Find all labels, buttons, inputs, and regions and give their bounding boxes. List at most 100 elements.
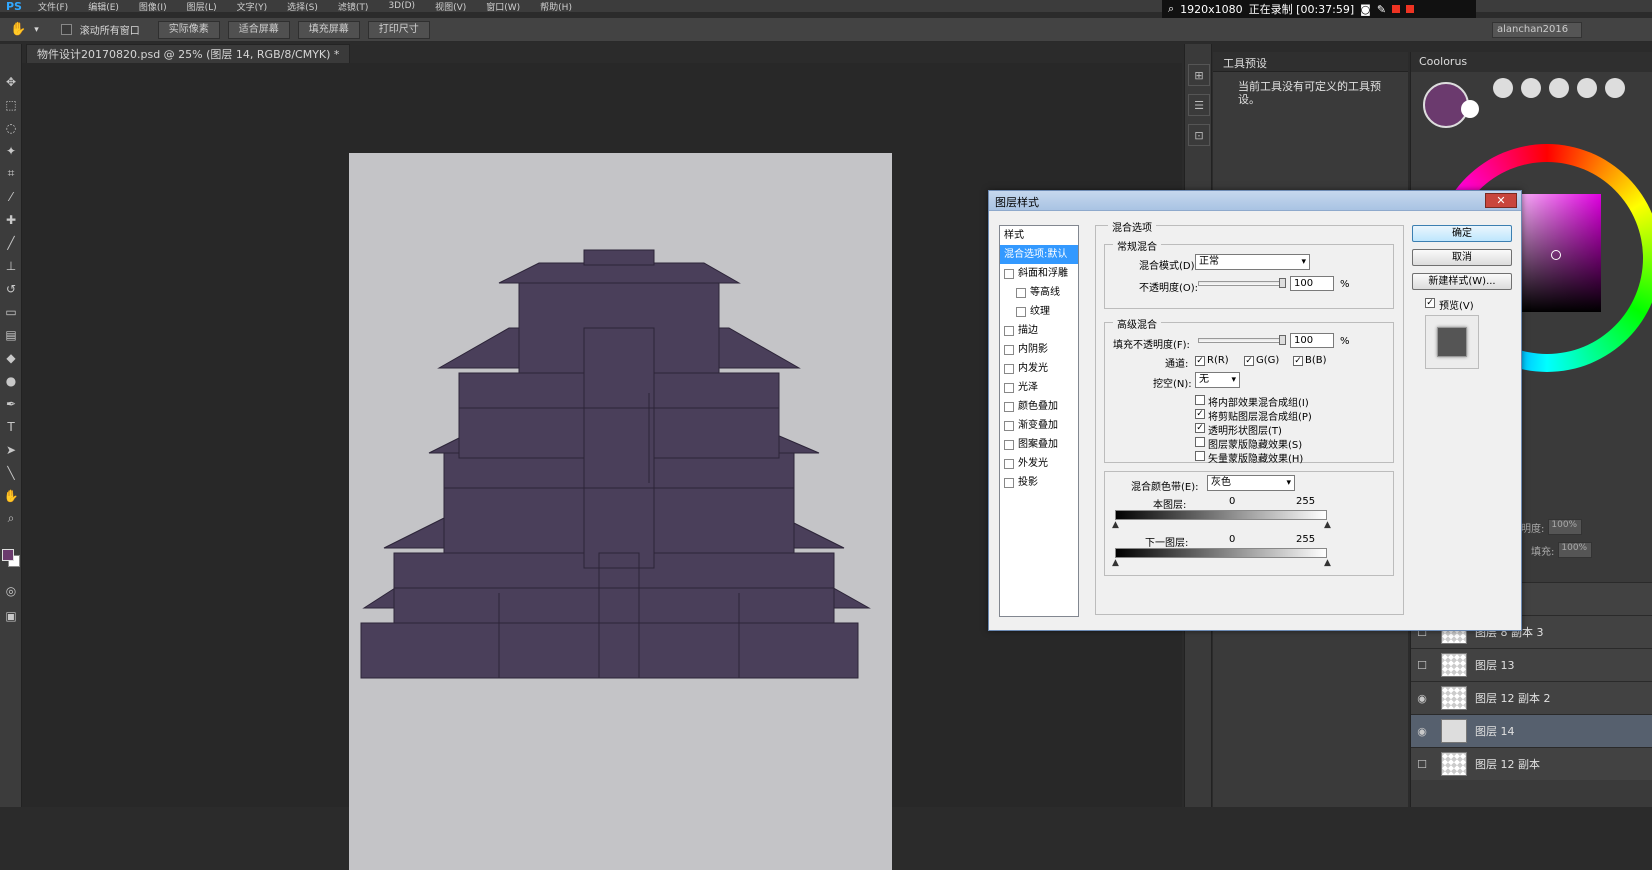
fill-opacity-slider[interactable] bbox=[1198, 335, 1286, 345]
crop-tool-icon[interactable]: ⌗ bbox=[0, 162, 22, 185]
menu-edit[interactable]: 编辑(E) bbox=[78, 0, 129, 13]
brush-panel-icon[interactable]: ⊡ bbox=[1188, 124, 1210, 146]
menu-type[interactable]: 文字(Y) bbox=[227, 0, 278, 13]
style-checkbox[interactable] bbox=[1004, 439, 1014, 450]
magnifier-icon[interactable]: ⌕ bbox=[1168, 2, 1174, 16]
artboard[interactable] bbox=[349, 153, 892, 870]
quick-mask-icon[interactable]: ◎ bbox=[0, 579, 22, 602]
style-satin[interactable]: 光泽 bbox=[1000, 378, 1078, 397]
style-checkbox[interactable] bbox=[1004, 420, 1014, 431]
lasso-tool-icon[interactable]: ◌ bbox=[0, 116, 22, 139]
visibility-toggle[interactable]: ☐ bbox=[1411, 659, 1433, 672]
camera-icon[interactable]: ◙ bbox=[1360, 3, 1371, 16]
style-checkbox[interactable] bbox=[1004, 363, 1014, 374]
style-checkbox[interactable] bbox=[1004, 477, 1014, 488]
pen-icon[interactable]: ✎ bbox=[1377, 3, 1386, 16]
close-button[interactable]: ✕ bbox=[1485, 193, 1517, 208]
this-layer-gradient[interactable] bbox=[1115, 510, 1327, 520]
pen-tool-icon[interactable]: ✒ bbox=[0, 392, 22, 415]
styles-header[interactable]: 样式 bbox=[1000, 226, 1078, 245]
user-account-field[interactable]: alanchan2016 bbox=[1492, 22, 1582, 38]
blend-if-select[interactable]: 灰色 bbox=[1207, 475, 1295, 491]
layer-row[interactable]: ☐ 图层 12 副本 bbox=[1411, 747, 1652, 780]
pause-icon[interactable] bbox=[1392, 5, 1401, 13]
coolorus-tab[interactable]: Coolorus bbox=[1411, 52, 1652, 72]
stamp-tool-icon[interactable]: ⊥ bbox=[0, 254, 22, 277]
opacity-slider-thumb[interactable] bbox=[1279, 278, 1286, 288]
style-color-overlay[interactable]: 颜色叠加 bbox=[1000, 397, 1078, 416]
foreground-color-swatch[interactable] bbox=[2, 549, 14, 561]
chevron-down-icon[interactable]: ▾ bbox=[34, 25, 39, 35]
type-tool-icon[interactable]: T bbox=[0, 415, 22, 438]
brush-preset-icon[interactable] bbox=[1549, 78, 1569, 98]
actual-pixels-button[interactable]: 实际像素 bbox=[157, 20, 220, 39]
menu-image[interactable]: 图像(I) bbox=[129, 0, 177, 13]
zoom-tool-icon[interactable]: ⌕ bbox=[0, 507, 22, 530]
eye-icon[interactable]: ◉ bbox=[1411, 692, 1433, 705]
style-checkbox[interactable] bbox=[1004, 268, 1014, 279]
layer-row[interactable]: ◉ 图层 12 副本 2 bbox=[1411, 681, 1652, 714]
secondary-color-swatch[interactable] bbox=[1461, 100, 1479, 118]
visibility-toggle[interactable]: ☐ bbox=[1411, 758, 1433, 771]
eyedropper-icon[interactable]: ⁄ bbox=[0, 185, 22, 208]
new-style-button[interactable]: 新建样式(W)... bbox=[1412, 273, 1512, 290]
tool-presets-tab[interactable]: 工具预设 bbox=[1213, 52, 1408, 72]
this-layer-white-handle[interactable]: ▲ bbox=[1324, 520, 1331, 530]
menu-3d[interactable]: 3D(D) bbox=[378, 1, 425, 11]
blend-interior-checkbox[interactable] bbox=[1195, 395, 1205, 405]
healing-brush-icon[interactable]: ✚ bbox=[0, 208, 22, 231]
eye-icon[interactable]: ◉ bbox=[1411, 725, 1433, 738]
layer-opacity-field[interactable]: 100% bbox=[1548, 519, 1583, 535]
underlying-layer-gradient[interactable] bbox=[1115, 548, 1327, 558]
magic-wand-icon[interactable]: ✦ bbox=[0, 139, 22, 162]
move-tool-icon[interactable]: ✥ bbox=[0, 70, 22, 93]
color-picker-handle[interactable] bbox=[1551, 250, 1561, 260]
menu-select[interactable]: 选择(S) bbox=[277, 0, 328, 13]
fill-opacity-slider-thumb[interactable] bbox=[1279, 335, 1286, 345]
underlying-layer-black-handle[interactable]: ▲ bbox=[1112, 558, 1119, 568]
menu-view[interactable]: 视图(V) bbox=[425, 0, 476, 13]
style-inner-shadow[interactable]: 内阴影 bbox=[1000, 340, 1078, 359]
menu-filter[interactable]: 滤镜(T) bbox=[328, 0, 379, 13]
transparency-shapes-checkbox[interactable]: ✓ bbox=[1195, 423, 1205, 433]
style-inner-glow[interactable]: 内发光 bbox=[1000, 359, 1078, 378]
style-drop-shadow[interactable]: 投影 bbox=[1000, 473, 1078, 492]
style-contour[interactable]: 等高线 bbox=[1000, 283, 1078, 302]
style-gradient-overlay[interactable]: 渐变叠加 bbox=[1000, 416, 1078, 435]
fit-screen-button[interactable]: 适合屏幕 bbox=[227, 20, 290, 39]
underlying-layer-white-handle[interactable]: ▲ bbox=[1324, 558, 1331, 568]
blend-mode-select[interactable]: 正常 bbox=[1195, 254, 1310, 270]
brush-tool-icon[interactable]: ╱ bbox=[0, 231, 22, 254]
ok-button[interactable]: 确定 bbox=[1412, 225, 1512, 242]
style-pattern-overlay[interactable]: 图案叠加 bbox=[1000, 435, 1078, 454]
knockout-select[interactable]: 无 bbox=[1195, 372, 1240, 388]
vector-mask-hides-checkbox[interactable] bbox=[1195, 451, 1205, 461]
history-brush-icon[interactable]: ↺ bbox=[0, 277, 22, 300]
brush-preset-icon[interactable] bbox=[1577, 78, 1597, 98]
hand-tool-icon[interactable]: ✋ bbox=[0, 484, 22, 507]
document-tab[interactable]: 物件设计20170820.psd @ 25% (图层 14, RGB/8/CMY… bbox=[26, 44, 351, 63]
fill-screen-button[interactable]: 填充屏幕 bbox=[297, 20, 360, 39]
print-size-button[interactable]: 打印尺寸 bbox=[367, 20, 430, 39]
brush-preset-icon[interactable] bbox=[1605, 78, 1625, 98]
opacity-slider[interactable] bbox=[1198, 278, 1286, 288]
layer-mask-hides-checkbox[interactable] bbox=[1195, 437, 1205, 447]
menu-file[interactable]: 文件(F) bbox=[28, 0, 78, 13]
style-stroke[interactable]: 描边 bbox=[1000, 321, 1078, 340]
cancel-button[interactable]: 取消 bbox=[1412, 249, 1512, 266]
blend-clipped-checkbox[interactable]: ✓ bbox=[1195, 409, 1205, 419]
line-tool-icon[interactable]: ╲ bbox=[0, 461, 22, 484]
channel-b-checkbox[interactable]: ✓ bbox=[1293, 356, 1303, 366]
screen-mode-icon[interactable]: ▣ bbox=[0, 604, 22, 627]
channel-g-checkbox[interactable]: ✓ bbox=[1244, 356, 1254, 366]
menu-help[interactable]: 帮助(H) bbox=[530, 0, 582, 13]
menu-layer[interactable]: 图层(L) bbox=[177, 0, 227, 13]
style-checkbox[interactable] bbox=[1004, 382, 1014, 393]
style-checkbox[interactable] bbox=[1016, 287, 1026, 298]
grid-panel-icon[interactable]: ⊞ bbox=[1188, 64, 1210, 86]
layer-row-selected[interactable]: ◉ 图层 14 bbox=[1411, 714, 1652, 747]
opacity-field[interactable]: 100 bbox=[1290, 276, 1334, 291]
gradient-tool-icon[interactable]: ▤ bbox=[0, 323, 22, 346]
path-select-icon[interactable]: ➤ bbox=[0, 438, 22, 461]
channel-r-checkbox[interactable]: ✓ bbox=[1195, 356, 1205, 366]
